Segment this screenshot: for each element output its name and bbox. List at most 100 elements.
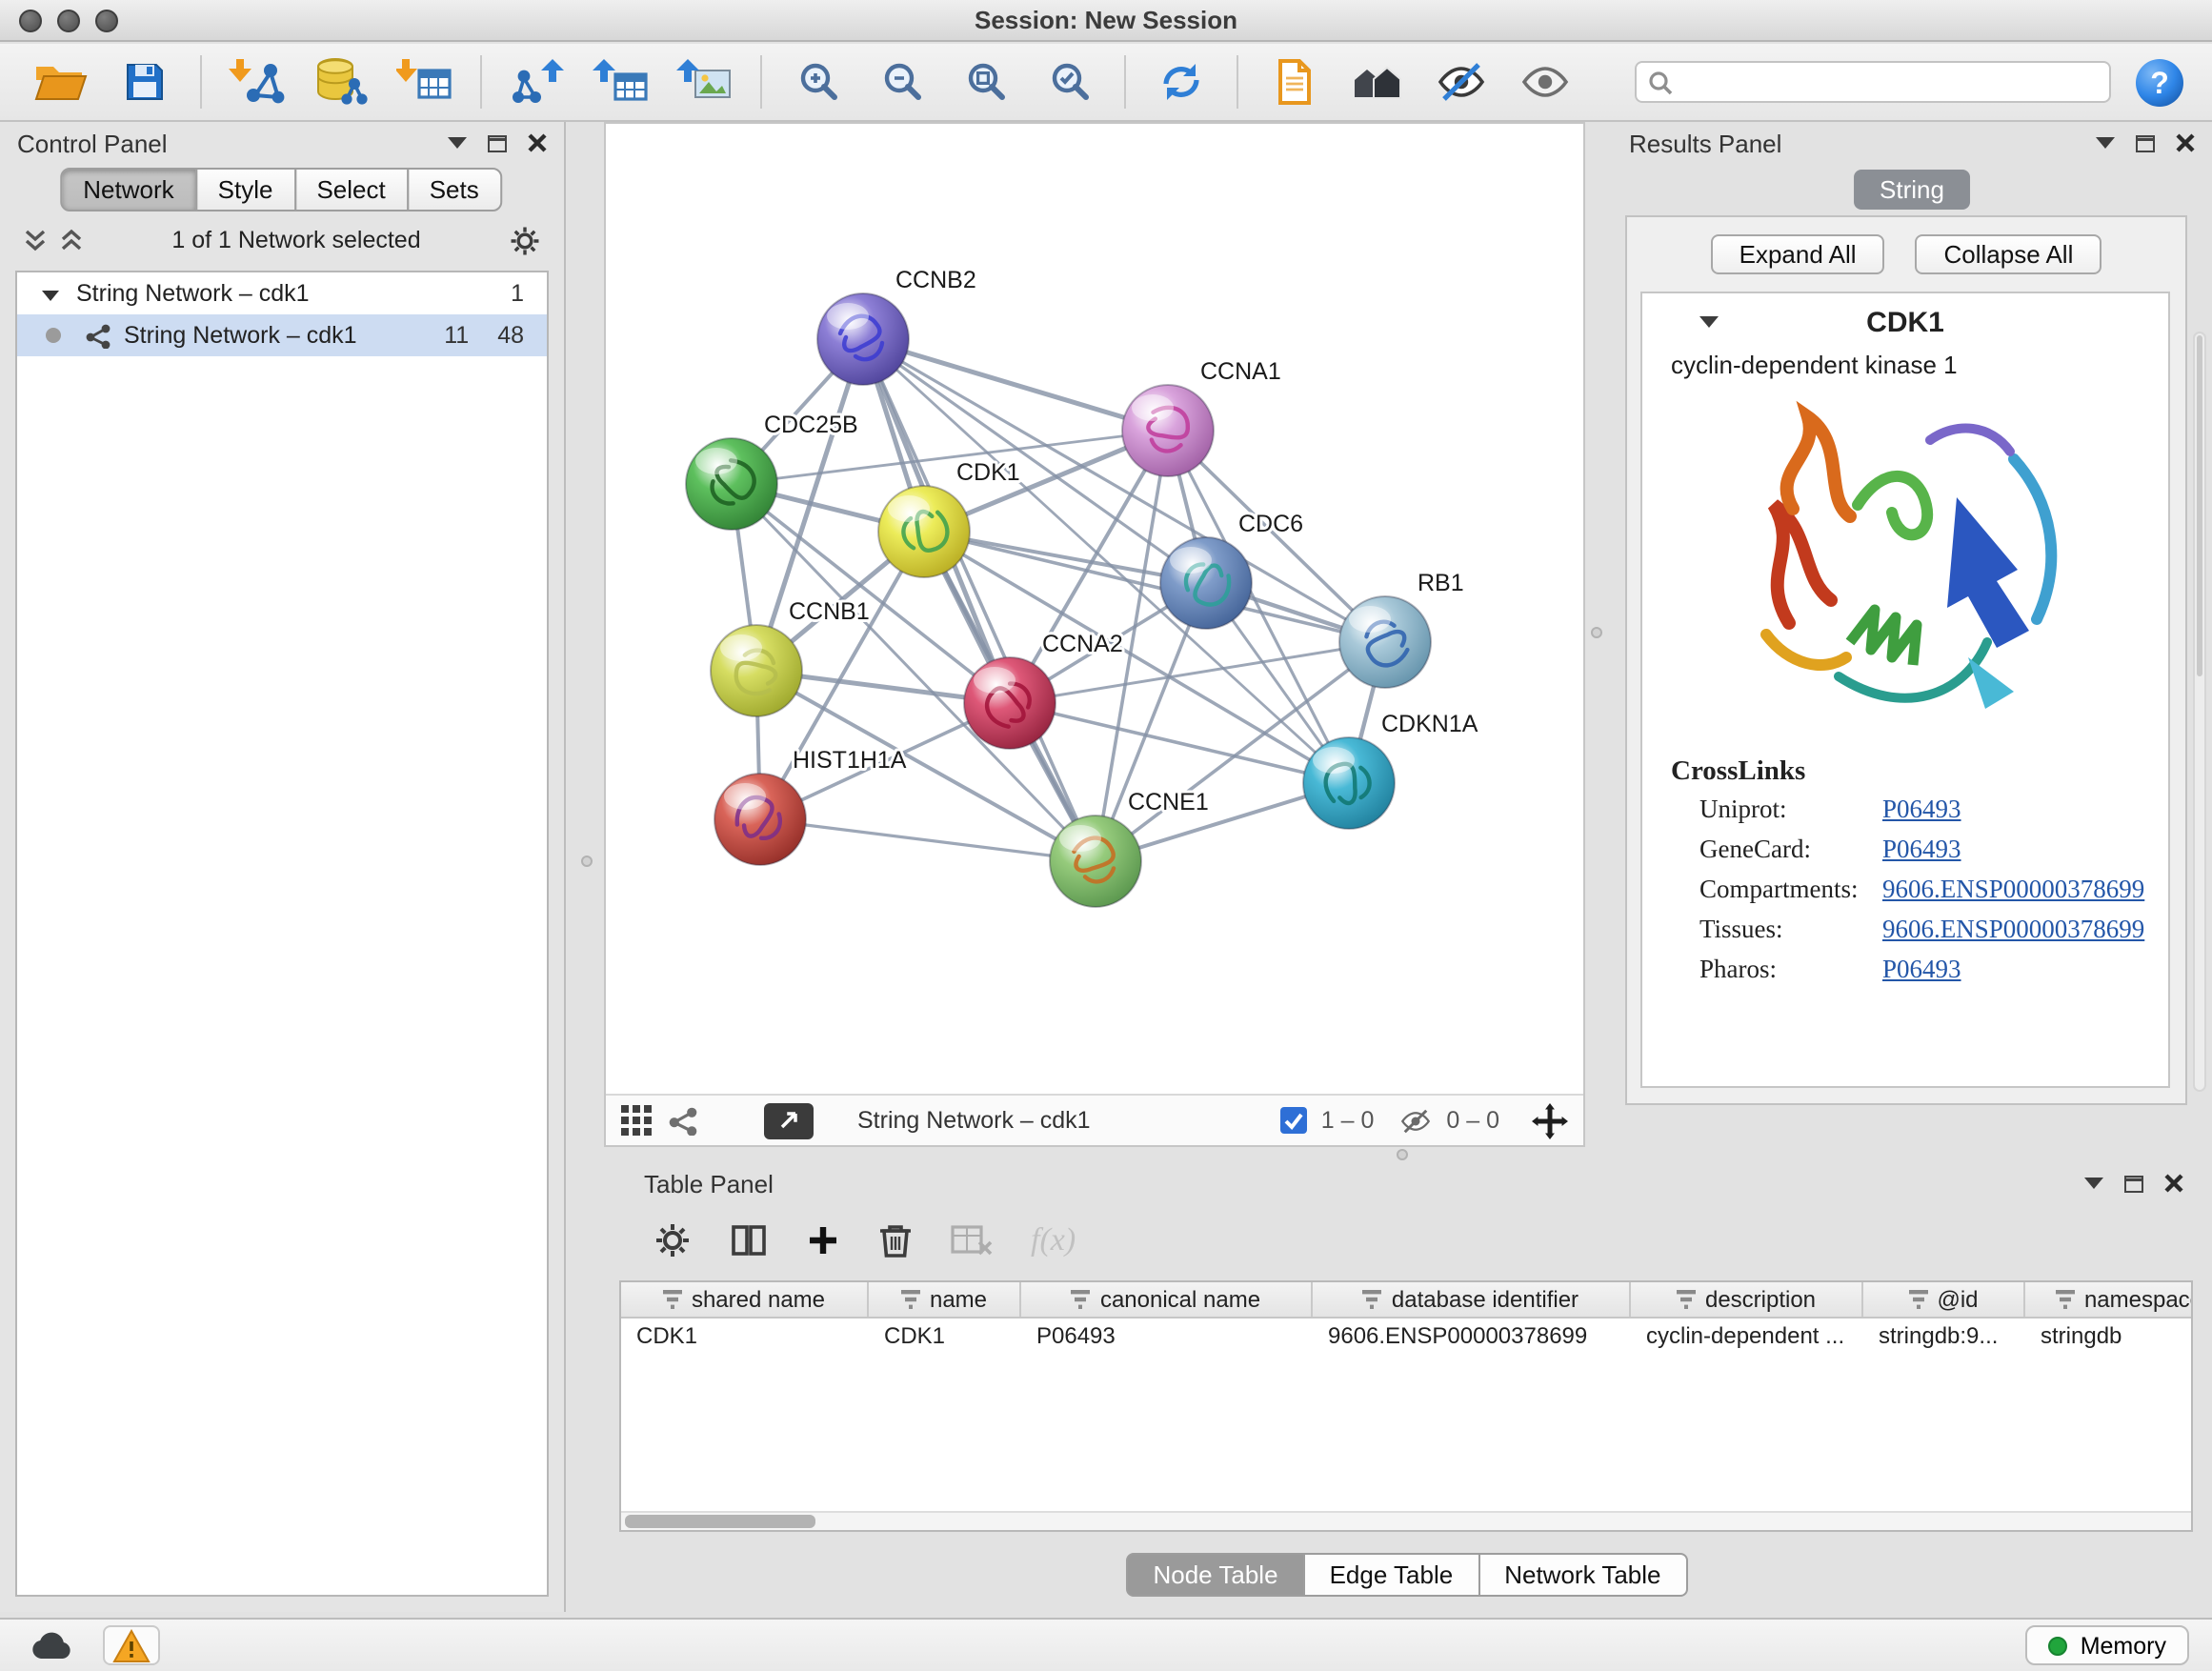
import-network-from-database-button[interactable]: [299, 48, 383, 116]
network-row[interactable]: String Network – cdk1 11 48: [17, 314, 547, 356]
column-header-@id[interactable]: @id: [1863, 1282, 2025, 1317]
table-cell[interactable]: stringdb:9...: [1863, 1319, 2025, 1353]
memory-button[interactable]: Memory: [2025, 1625, 2189, 1665]
cloud-status-button[interactable]: [23, 1625, 80, 1665]
warnings-button[interactable]: [103, 1625, 160, 1665]
zoom-in-button[interactable]: [775, 48, 859, 116]
crosslink-link[interactable]: P06493: [1882, 954, 1961, 984]
add-column-icon[interactable]: [806, 1223, 840, 1258]
table-row[interactable]: CDK1CDK1P064939606.ENSP00000378699cyclin…: [621, 1319, 2193, 1353]
hidden-eye-slash-icon[interactable]: [1398, 1106, 1433, 1135]
tab-node-table[interactable]: Node Table: [1126, 1553, 1304, 1597]
crosslink-link[interactable]: 9606.ENSP00000378699: [1882, 914, 2144, 944]
tab-network[interactable]: Network: [60, 168, 196, 211]
tree-expander-icon[interactable]: [42, 285, 59, 302]
export-image-button[interactable]: [663, 48, 747, 116]
collapse-all-tree-icon[interactable]: [59, 228, 84, 252]
panel-close-icon[interactable]: [2164, 1174, 2183, 1193]
column-header-canonical-name[interactable]: canonical name: [1021, 1282, 1313, 1317]
table-horizontal-scrollbar[interactable]: [621, 1511, 2191, 1530]
refresh-view-button[interactable]: [1139, 48, 1223, 116]
crosslink-link[interactable]: 9606.ENSP00000378699: [1882, 874, 2144, 904]
columns-icon[interactable]: [730, 1221, 768, 1259]
panel-menu-icon[interactable]: [2084, 1178, 2103, 1189]
column-header-namespace[interactable]: namespace: [2025, 1282, 2193, 1317]
document-copy-button[interactable]: [1252, 48, 1336, 116]
table-cell[interactable]: CDK1: [869, 1319, 1021, 1353]
zoom-fit-button[interactable]: [943, 48, 1027, 116]
splitter-handle[interactable]: [1591, 627, 1602, 638]
import-table-from-file-button[interactable]: [383, 48, 467, 116]
splitter-handle[interactable]: [1397, 1149, 1408, 1160]
panel-float-icon[interactable]: [488, 134, 507, 151]
tab-sets[interactable]: Sets: [407, 168, 502, 211]
column-header-description[interactable]: description: [1631, 1282, 1863, 1317]
tab-select[interactable]: Select: [293, 168, 408, 211]
table-clear-icon[interactable]: [951, 1223, 993, 1258]
network-edge[interactable]: [863, 339, 1168, 431]
column-header-shared-name[interactable]: shared name: [621, 1282, 869, 1317]
function-builder-button[interactable]: f(x): [1031, 1221, 1076, 1259]
minimize-window-button[interactable]: [57, 9, 80, 31]
section-collapse-icon[interactable]: [1699, 316, 1719, 328]
results-scrollbar[interactable]: [2193, 332, 2206, 1092]
share-network-icon[interactable]: [669, 1106, 697, 1135]
protein-section-header[interactable]: CDK1: [1642, 293, 2168, 351]
network-edge[interactable]: [760, 819, 1096, 861]
tab-network-table[interactable]: Network Table: [1478, 1553, 1687, 1597]
expand-all-button[interactable]: Expand All: [1711, 234, 1885, 274]
scrollbar-thumb[interactable]: [625, 1515, 815, 1528]
column-header-database-identifier[interactable]: database identifier: [1313, 1282, 1631, 1317]
search-icon: [1648, 70, 1673, 94]
fit-content-icon[interactable]: [1532, 1102, 1568, 1138]
export-network-button[interactable]: [495, 48, 579, 116]
network-collection-row[interactable]: String Network – cdk1 1: [17, 272, 547, 314]
export-table-button[interactable]: [579, 48, 663, 116]
table-cell[interactable]: CDK1: [621, 1319, 869, 1353]
close-window-button[interactable]: [19, 9, 42, 31]
save-session-button[interactable]: [103, 48, 187, 116]
grid-icon[interactable]: [621, 1105, 652, 1136]
string-results-tab[interactable]: String: [1853, 170, 1971, 210]
network-canvas[interactable]: CCNB2CCNA1CDC25BCDK1CDC6RB1CCNB1CCNA2CDK…: [606, 124, 1583, 1094]
panel-close-icon[interactable]: [528, 133, 547, 152]
crosslink-link[interactable]: P06493: [1882, 834, 1961, 864]
table-cell[interactable]: cyclin-dependent ...: [1631, 1319, 1863, 1353]
zoom-window-button[interactable]: [95, 9, 118, 31]
open-session-button[interactable]: [19, 48, 103, 116]
splitter-handle[interactable]: [581, 856, 593, 867]
table-cell[interactable]: 9606.ENSP00000378699: [1313, 1319, 1631, 1353]
table-cell[interactable]: P06493: [1021, 1319, 1313, 1353]
help-button[interactable]: ?: [2134, 56, 2185, 108]
panel-close-icon[interactable]: [2176, 133, 2195, 152]
expand-all-tree-icon[interactable]: [23, 228, 48, 252]
show-all-button[interactable]: [1503, 48, 1587, 116]
gear-icon[interactable]: [654, 1221, 692, 1259]
delete-column-icon[interactable]: [878, 1221, 913, 1259]
toolbar-separator: [200, 55, 202, 109]
search-field[interactable]: [1635, 61, 2111, 103]
panel-menu-icon[interactable]: [2096, 137, 2115, 149]
panel-float-icon[interactable]: [2136, 134, 2155, 151]
import-network-from-file-button[interactable]: [215, 48, 299, 116]
crosslink-link[interactable]: P06493: [1882, 794, 1961, 824]
hide-selected-button[interactable]: [1419, 48, 1503, 116]
network-view-footer: String Network – cdk1 1 – 0 0 – 0: [606, 1094, 1583, 1145]
zoom-selected-button[interactable]: [1027, 48, 1111, 116]
selected-checkbox-icon[interactable]: [1281, 1107, 1308, 1134]
panel-menu-icon[interactable]: [448, 137, 467, 149]
column-header-name[interactable]: name: [869, 1282, 1021, 1317]
search-input[interactable]: [1682, 69, 2098, 95]
panel-float-icon[interactable]: [2124, 1175, 2143, 1192]
tab-edge-table[interactable]: Edge Table: [1303, 1553, 1480, 1597]
zoom-out-button[interactable]: [859, 48, 943, 116]
home-button[interactable]: [1336, 48, 1419, 116]
network-edge[interactable]: [863, 339, 1096, 861]
network-edge[interactable]: [1010, 703, 1349, 783]
scrollbar-thumb[interactable]: [2197, 335, 2202, 675]
gear-icon[interactable]: [509, 224, 541, 256]
birdseye-button[interactable]: [764, 1102, 814, 1138]
table-cell[interactable]: stringdb: [2025, 1319, 2193, 1353]
tab-style[interactable]: Style: [195, 168, 296, 211]
collapse-all-button[interactable]: Collapse All: [1916, 234, 2102, 274]
